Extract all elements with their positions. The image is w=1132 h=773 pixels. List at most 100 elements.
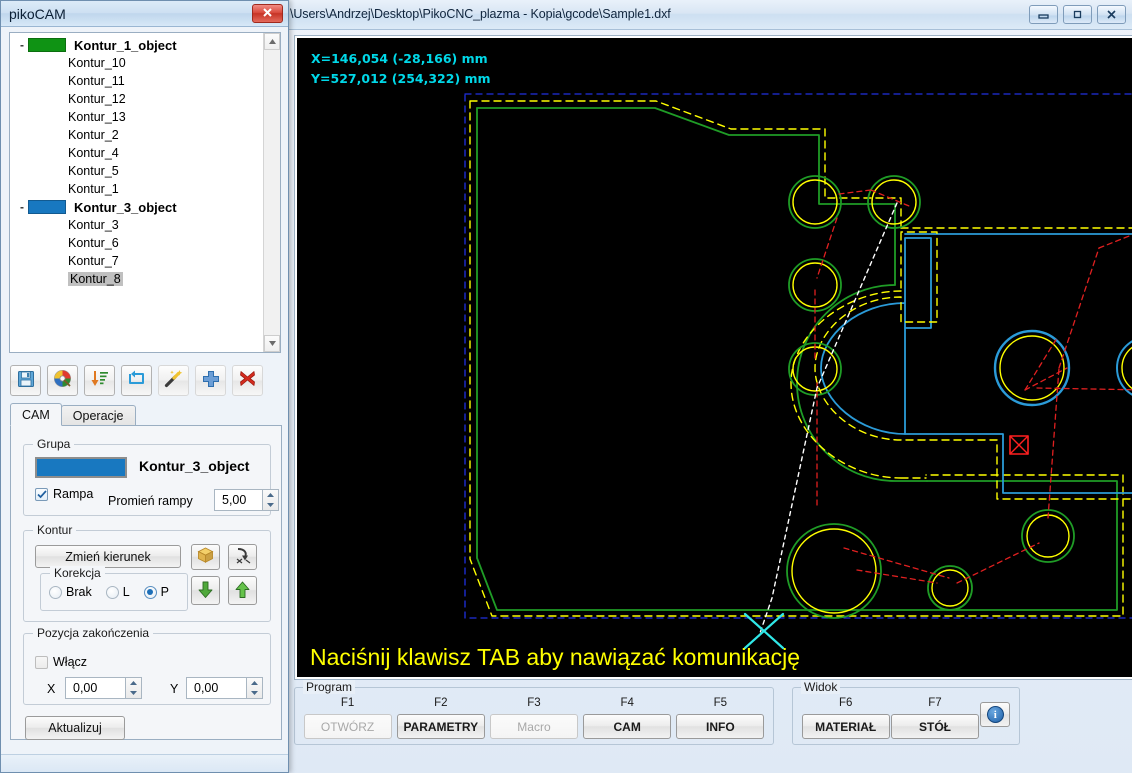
delete-button[interactable] bbox=[232, 364, 263, 396]
x-spin-arrows[interactable] bbox=[125, 677, 142, 699]
spin-up-arrow[interactable] bbox=[263, 490, 278, 500]
plus-icon bbox=[202, 370, 220, 391]
y-position-stepper[interactable]: 0,00 bbox=[186, 677, 263, 699]
macro-button[interactable]: Macro bbox=[489, 714, 578, 739]
grupa-color-swatch[interactable] bbox=[35, 457, 127, 478]
cam-button[interactable]: CAM bbox=[583, 714, 672, 739]
scroll-up-arrow[interactable] bbox=[264, 33, 280, 50]
maximize-button[interactable] bbox=[1063, 5, 1092, 24]
window-controls bbox=[1029, 5, 1126, 24]
toolpath-outer-dashed bbox=[469, 100, 1124, 617]
tree-item[interactable]: Kontur_7 bbox=[10, 252, 263, 270]
contour-green-top bbox=[476, 107, 896, 286]
rampa-label: Rampa bbox=[53, 487, 94, 501]
radio-p-label: P bbox=[160, 585, 169, 599]
box-3d-button[interactable] bbox=[191, 544, 220, 570]
tab-cam[interactable]: CAM bbox=[10, 403, 62, 426]
parameters-button[interactable]: PARAMETRY bbox=[396, 714, 485, 739]
promien-rampy-input[interactable]: 5,00 bbox=[214, 489, 262, 511]
tree-item-label: Kontur_2 bbox=[68, 128, 119, 142]
lead-in-button[interactable] bbox=[228, 544, 257, 570]
tree-scrollbar[interactable] bbox=[263, 33, 280, 352]
move-down-button[interactable] bbox=[191, 576, 220, 605]
promien-rampy-stepper[interactable]: 5,00 bbox=[214, 489, 279, 511]
minimize-button[interactable] bbox=[1029, 5, 1058, 24]
promien-spin-arrows[interactable] bbox=[262, 489, 279, 511]
contour-tree-list: - Kontur_1_object Kontur_10 Kontur_11 Ko… bbox=[10, 36, 263, 288]
tree-item[interactable]: Kontur_10 bbox=[10, 54, 263, 72]
tree-item-label: Kontur_7 bbox=[68, 254, 119, 268]
tree-item-label: Kontur_3 bbox=[68, 218, 119, 232]
tree-item[interactable]: Kontur_3 bbox=[10, 216, 263, 234]
tree-item-selected[interactable]: Kontur_8 bbox=[10, 270, 263, 288]
contour-tree-panel[interactable]: - Kontur_1_object Kontur_10 Kontur_11 Ko… bbox=[9, 32, 281, 353]
expander-icon[interactable]: - bbox=[16, 38, 28, 52]
x-position-input[interactable]: 0,00 bbox=[65, 677, 125, 699]
tree-item[interactable]: Kontur_4 bbox=[10, 144, 263, 162]
scroll-down-arrow[interactable] bbox=[264, 335, 280, 352]
spin-down-arrow[interactable] bbox=[263, 500, 278, 510]
function-group-widok: Widok F6 MATERIAŁ F7 STÓŁ i bbox=[792, 680, 1020, 745]
save-button[interactable] bbox=[10, 364, 41, 396]
refresh-button[interactable] bbox=[121, 364, 152, 396]
tree-item[interactable]: Kontur_6 bbox=[10, 234, 263, 252]
x-label: X bbox=[47, 682, 56, 696]
about-button[interactable]: i bbox=[980, 702, 1011, 727]
material-button[interactable]: MATERIAŁ bbox=[801, 714, 890, 739]
fkey-label-f5: F5 bbox=[713, 697, 728, 709]
tree-item-label: Kontur_10 bbox=[68, 56, 126, 70]
open-button[interactable]: OTWÓRZ bbox=[303, 714, 392, 739]
pikocam-close-button[interactable] bbox=[252, 4, 283, 23]
update-button[interactable]: Aktualizuj bbox=[25, 716, 125, 740]
cad-viewport[interactable]: X=146,054 (-28,166) mm Y=527,012 (254,32… bbox=[297, 38, 1132, 677]
move-up-button[interactable] bbox=[228, 576, 257, 605]
coordinate-y: Y=527,012 (254,322) mm bbox=[311, 71, 491, 86]
y-position-input[interactable]: 0,00 bbox=[186, 677, 246, 699]
radio-brak[interactable]: Brak bbox=[49, 585, 92, 599]
table-button[interactable]: STÓŁ bbox=[890, 714, 979, 739]
wlacz-checkbox[interactable]: Włącz bbox=[35, 655, 87, 669]
tree-item[interactable]: Kontur_5 bbox=[10, 162, 263, 180]
change-direction-button[interactable]: Zmień kierunek bbox=[35, 545, 181, 568]
tree-item-label: Kontur_11 bbox=[68, 74, 125, 88]
tree-item[interactable]: Kontur_12 bbox=[10, 90, 263, 108]
group-grupa: Grupa Kontur_3_object Rampa Promień ramp… bbox=[23, 437, 279, 516]
radio-l[interactable]: L bbox=[105, 585, 130, 599]
close-button[interactable] bbox=[1097, 5, 1126, 24]
x-position-stepper[interactable]: 0,00 bbox=[65, 677, 142, 699]
group-label-program: Program bbox=[303, 680, 356, 694]
spin-up-arrow[interactable] bbox=[247, 678, 262, 688]
y-spin-arrows[interactable] bbox=[246, 677, 263, 699]
spin-up-arrow[interactable] bbox=[126, 678, 141, 688]
radio-off-icon bbox=[49, 585, 62, 599]
tree-group-row[interactable]: - Kontur_1_object bbox=[10, 36, 263, 54]
korekcja-radio-group: Brak L P bbox=[49, 585, 169, 599]
tab-operacje[interactable]: Operacje bbox=[60, 405, 136, 426]
expander-icon[interactable]: - bbox=[16, 200, 28, 214]
add-button[interactable] bbox=[195, 364, 226, 396]
fkey-f7: F7 STÓŁ bbox=[890, 697, 979, 739]
radio-on-icon bbox=[143, 585, 157, 599]
tree-group-label: Kontur_3_object bbox=[74, 199, 177, 215]
sort-button[interactable] bbox=[84, 364, 115, 396]
spin-down-arrow[interactable] bbox=[247, 688, 262, 698]
sort-descending-icon bbox=[90, 369, 109, 391]
tree-item[interactable]: Kontur_11 bbox=[10, 72, 263, 90]
palette-button[interactable] bbox=[47, 364, 78, 396]
hole-green-small bbox=[927, 565, 973, 611]
fkey-label-f3: F3 bbox=[527, 697, 541, 709]
tree-item[interactable]: Kontur_13 bbox=[10, 108, 263, 126]
info-button[interactable]: INFO bbox=[676, 714, 765, 739]
group-kontur: Kontur Zmień kierunek Korekcja Brak L P bbox=[23, 523, 271, 622]
pikocam-statusbar bbox=[1, 754, 288, 772]
tree-group-row[interactable]: - Kontur_3_object bbox=[10, 198, 263, 216]
info-icon: i bbox=[986, 706, 1004, 723]
minimize-icon bbox=[1037, 9, 1050, 20]
magic-wand-button[interactable] bbox=[158, 364, 189, 396]
tree-item[interactable]: Kontur_2 bbox=[10, 126, 263, 144]
tree-item[interactable]: Kontur_1 bbox=[10, 180, 263, 198]
spin-down-arrow[interactable] bbox=[126, 688, 141, 698]
rampa-checkbox[interactable]: Rampa bbox=[35, 487, 93, 501]
radio-p[interactable]: P bbox=[143, 585, 169, 599]
grupa-name: Kontur_3_object bbox=[139, 458, 250, 474]
